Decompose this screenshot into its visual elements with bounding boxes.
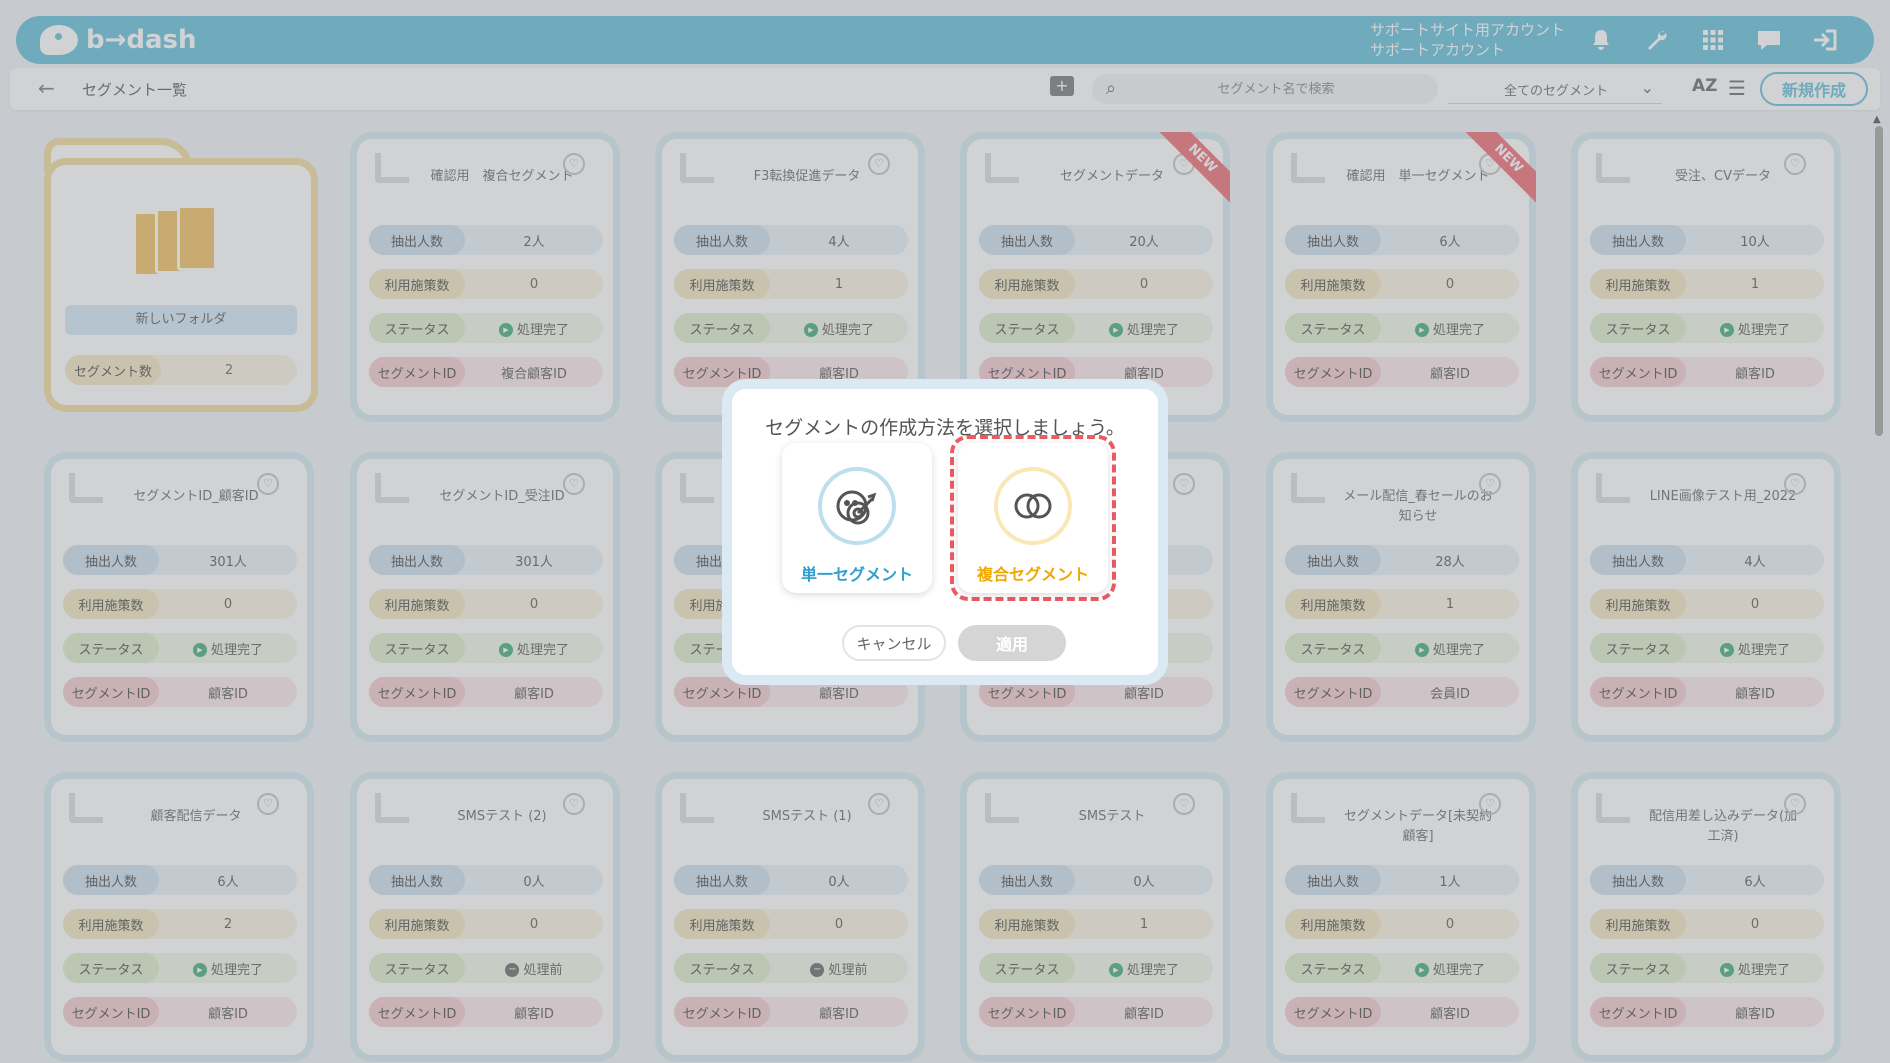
composite-segment-label: 複合セグメント	[976, 565, 1089, 584]
overlap-circles-icon	[994, 467, 1072, 545]
single-segment-option[interactable]: 単一セグメント	[782, 443, 932, 593]
scroll-up-icon[interactable]: ▲	[1873, 114, 1881, 125]
apply-button[interactable]: 適用	[958, 625, 1066, 661]
create-method-dialog: セグメントの作成方法を選択しましょう。 単一セグメント 複合セグメント キャンセ…	[722, 379, 1168, 685]
scroll-thumb[interactable]	[1875, 126, 1883, 436]
scrollbar[interactable]: ▲	[1872, 114, 1886, 1063]
target-face-icon	[818, 467, 896, 545]
cancel-button[interactable]: キャンセル	[842, 625, 946, 661]
composite-segment-option[interactable]: 複合セグメント	[958, 443, 1108, 593]
single-segment-label: 単一セグメント	[800, 565, 913, 584]
